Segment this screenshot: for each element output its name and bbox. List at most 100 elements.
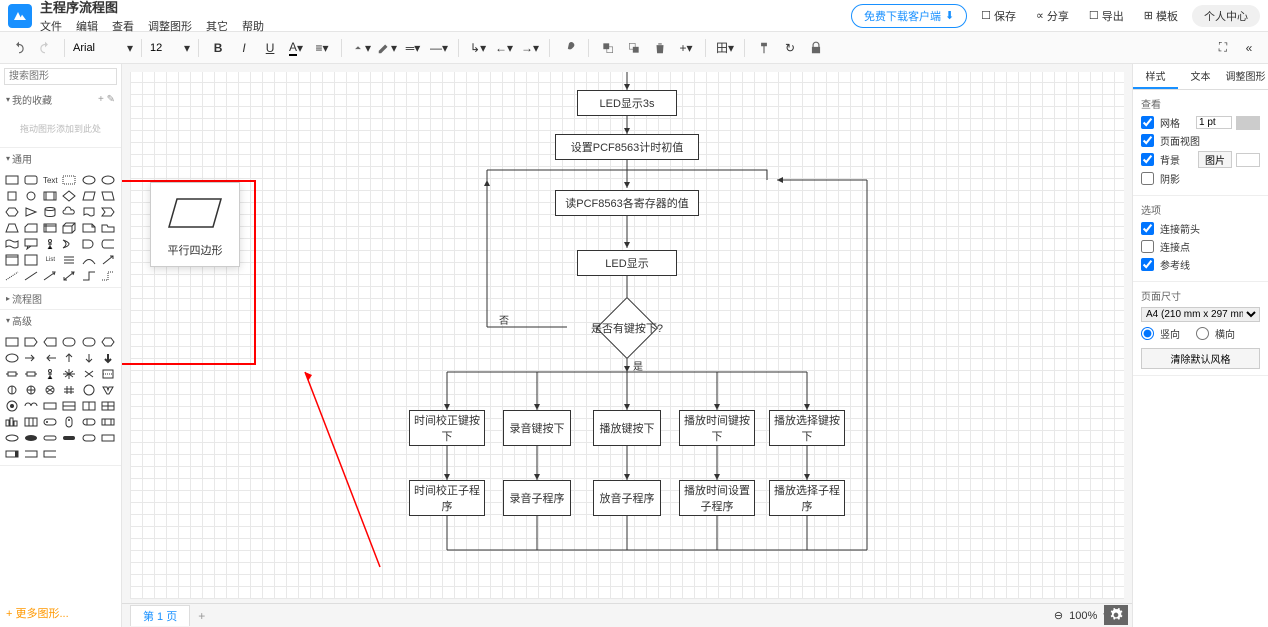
shape-adv-7[interactable] [4,351,20,365]
pageview-checkbox[interactable] [1141,134,1154,147]
italic-button[interactable]: I [233,37,255,59]
shape-curve[interactable] [81,253,97,267]
delete-button[interactable] [649,37,671,59]
shadow-checkbox[interactable] [1141,172,1154,185]
shape-line-biarrow[interactable] [61,269,77,283]
tab-style[interactable]: 样式 [1133,64,1178,89]
background-color-swatch[interactable] [1236,153,1260,167]
shape-adv-44[interactable] [23,447,39,461]
shape-adv-36[interactable] [100,415,116,429]
shape-cloud[interactable] [61,205,77,219]
font-color-button[interactable]: A▾ [285,37,307,59]
shape-adv-5[interactable] [81,335,97,349]
size-select[interactable] [150,42,180,54]
shape-rectangle[interactable] [4,173,20,187]
shape-adv-24[interactable] [100,383,116,397]
shape-parallelogram[interactable] [81,189,97,203]
size-dropdown-icon[interactable]: ▾ [184,41,190,55]
font-dropdown-icon[interactable]: ▾ [127,41,133,55]
shape-text[interactable]: Text [42,173,58,187]
fill-color-button[interactable]: ▾ [350,37,372,59]
shape-adv-33[interactable] [42,415,58,429]
shape-trapezoid[interactable] [4,221,20,235]
shape-line-dotted[interactable] [4,269,20,283]
shape-adv-21[interactable] [42,383,58,397]
canvas[interactable]: 平行四边形 [130,72,1124,599]
shape-parallelogram2[interactable] [100,189,116,203]
shape-adv-1[interactable] [4,335,20,349]
shape-adv-27[interactable] [42,399,58,413]
shape-adv-30[interactable] [100,399,116,413]
shape-square[interactable] [4,189,20,203]
page-tab-1[interactable]: 第 1 页 [130,605,190,626]
download-client-button[interactable]: 免费下载客户端 ⬇ [851,4,967,28]
fc-branch1b[interactable]: 时间校正子程序 [409,480,485,516]
shape-adv-8[interactable] [23,351,39,365]
shape-cube[interactable] [61,221,77,235]
save-button[interactable]: ☐保存 [975,5,1022,27]
connector-button[interactable]: ↳▾ [467,37,489,59]
background-image-button[interactable]: 图片 [1198,151,1232,168]
grid-checkbox[interactable] [1141,116,1154,129]
shape-adv-25[interactable] [4,399,20,413]
fc-branch2a[interactable]: 录音键按下 [503,410,571,446]
settings-gear-button[interactable] [1104,605,1128,625]
underline-button[interactable]: U [259,37,281,59]
shape-adv-34[interactable] [61,415,77,429]
zoom-out-button[interactable]: ⊖ [1054,609,1063,622]
general-header[interactable]: ▾ 通用 [0,148,121,169]
pencil-button[interactable]: ▾ [376,37,398,59]
line-style-button[interactable]: ═▾ [402,37,424,59]
shape-adv-42[interactable] [100,431,116,445]
user-center-button[interactable]: 个人中心 [1192,5,1260,27]
shape-actor[interactable] [42,237,58,251]
fc-branch4b[interactable]: 播放时间设置子程序 [679,480,755,516]
shape-adv-12[interactable] [100,351,116,365]
favorites-header[interactable]: ▾ 我的收藏 + ✎ [0,89,121,110]
shape-adv-6[interactable] [100,335,116,349]
shape-adv-26[interactable] [23,399,39,413]
fc-branch3b[interactable]: 放音子程序 [593,480,661,516]
shape-connector2[interactable] [100,269,116,283]
fc-branch2b[interactable]: 录音子程序 [503,480,571,516]
fc-node-pcf-init[interactable]: 设置PCF8563计时初值 [555,134,699,160]
shape-adv-40[interactable] [61,431,77,445]
shape-adv-16[interactable] [61,367,77,381]
shape-ellipse[interactable] [81,173,97,187]
more-shapes-button[interactable]: + 更多图形... [0,599,121,627]
shape-and[interactable] [81,237,97,251]
format-painter-button[interactable] [753,37,775,59]
fc-branch3a[interactable]: 播放键按下 [593,410,661,446]
arrowhead-checkbox[interactable] [1141,222,1154,235]
shape-adv-28[interactable] [61,399,77,413]
shape-adv-14[interactable] [23,367,39,381]
shape-hexagon[interactable] [4,205,20,219]
shape-adv-37[interactable] [4,431,20,445]
shape-process[interactable] [42,189,58,203]
shape-container[interactable] [4,253,20,267]
shape-connector1[interactable] [81,269,97,283]
favorites-add-icon[interactable]: + ✎ [98,94,115,105]
portrait-radio[interactable] [1141,327,1154,340]
to-back-button[interactable] [623,37,645,59]
shape-adv-4[interactable] [61,335,77,349]
fc-branch1a[interactable]: 时间校正键按下 [409,410,485,446]
shape-adv-11[interactable] [81,351,97,365]
shape-circle[interactable] [23,189,39,203]
shape-folder[interactable] [100,221,116,235]
tab-adjust[interactable]: 调整图形 [1223,64,1268,89]
shape-list[interactable]: List [42,253,58,267]
shape-adv-9[interactable] [42,351,58,365]
redo-button[interactable] [34,37,56,59]
grid-color-swatch[interactable] [1236,116,1260,130]
shape-note[interactable] [81,221,97,235]
shape-diamond[interactable] [61,189,77,203]
page-tab-add-button[interactable]: + [190,607,213,625]
shape-list2[interactable] [61,253,77,267]
shape-tape[interactable] [4,237,20,251]
collapse-button[interactable]: « [1238,37,1260,59]
font-select[interactable] [73,42,123,54]
landscape-radio[interactable] [1196,327,1209,340]
shape-adv-32[interactable] [23,415,39,429]
shape-adv-38[interactable] [23,431,39,445]
